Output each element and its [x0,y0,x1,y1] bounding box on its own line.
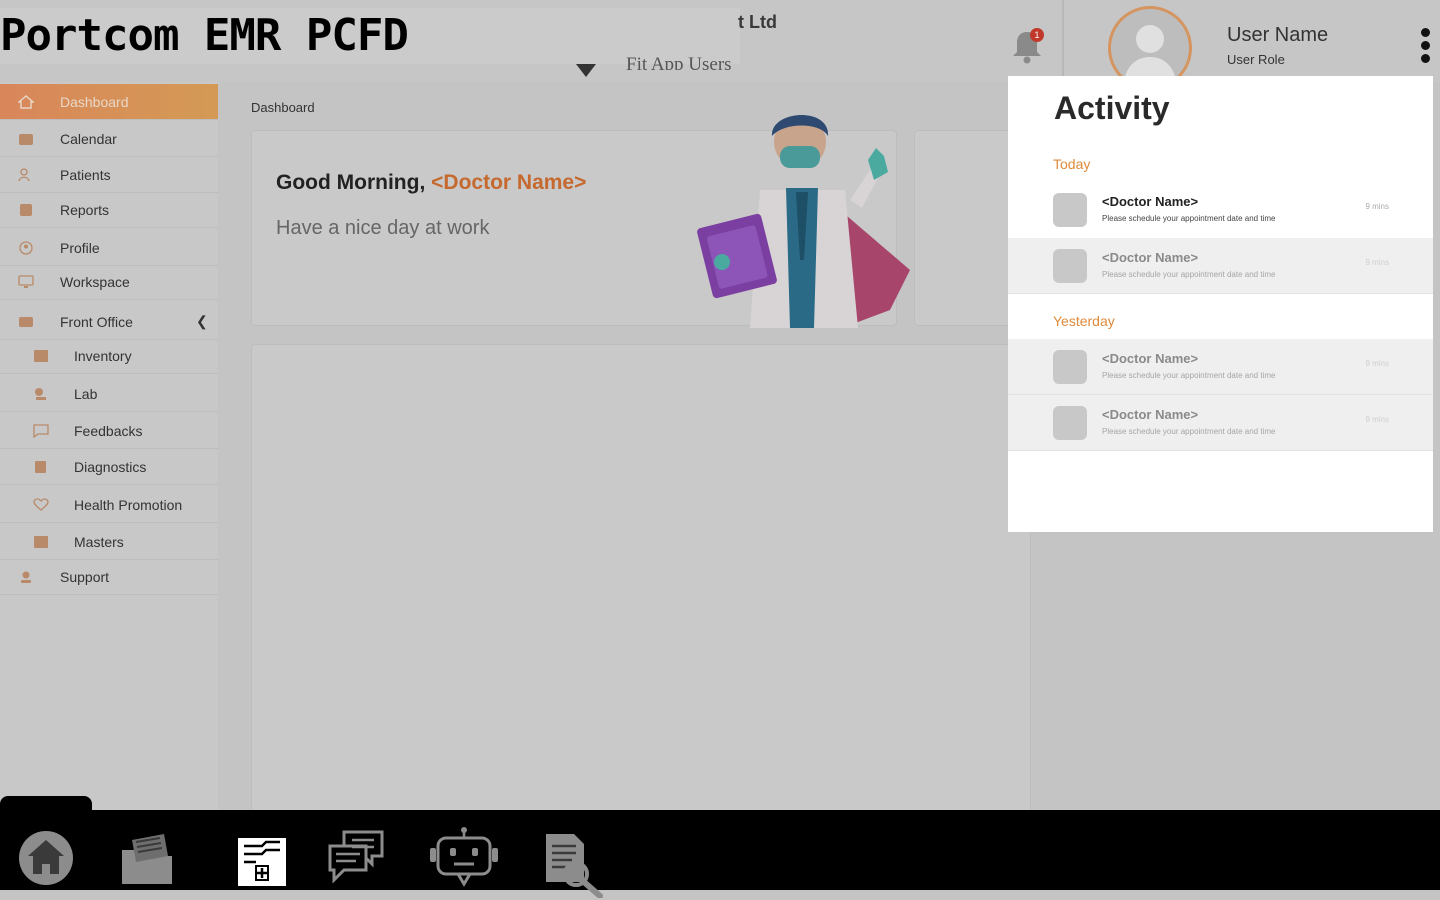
activity-thumbnail [1053,249,1087,283]
activity-time: 9 mins [1365,258,1389,267]
sidebar-item-feedbacks[interactable]: Feedbacks [0,413,218,449]
app-selector-label[interactable]: Fit App Users [626,52,732,70]
activity-time: 9 mins [1365,415,1389,424]
activity-message: Please schedule your appointment date an… [1102,427,1276,436]
sidebar-item-profile[interactable]: Profile [0,230,218,266]
activity-section-yesterday: Yesterday [1053,313,1115,329]
sidebar-item-label: Lab [74,385,98,402]
activity-title: Activity [1054,90,1170,126]
greeting-title: Good Morning, <Doctor Name> [276,171,586,195]
activity-item[interactable]: <Doctor Name> Please schedule your appoi… [1008,182,1433,238]
sidebar-item-label: Health Promotion [74,496,183,513]
sidebar-item-label: Feedbacks [74,422,143,439]
reports-icon [20,203,32,216]
activity-thumbnail [1053,193,1087,227]
sidebar-item-reports[interactable]: Reports [0,192,218,228]
workspace-icon [18,274,34,288]
inventory-icon [34,349,48,362]
activity-doctor-name: <Doctor Name> [1102,407,1199,422]
dashboard-content-card [251,344,1031,824]
home-icon[interactable] [16,826,76,888]
sidebar: Dashboard Calendar Patients Reports Prof… [0,82,218,810]
sidebar-item-patients[interactable]: Patients [0,157,218,193]
sidebar-item-support[interactable]: Support [0,559,218,595]
user-role: User Role [1227,52,1285,67]
activity-message: Please schedule your appointment date an… [1102,270,1276,279]
sidebar-item-dashboard[interactable]: Dashboard [0,84,218,120]
activity-thumbnail [1053,350,1087,384]
profile-icon [19,240,33,255]
activity-thumbnail [1053,406,1087,440]
sidebar-item-diagnostics[interactable]: Diagnostics [0,449,218,485]
diagnostics-icon [35,460,46,473]
doctor-illustration [697,114,910,328]
feedback-icon [33,423,49,438]
sidebar-item-label: Dashboard [60,93,129,110]
sidebar-item-label: Diagnostics [74,458,147,475]
chat-icon[interactable] [326,826,386,888]
sidebar-item-health-promotion[interactable]: Health Promotion [0,487,218,523]
app-header: Portcom EMR PCFD t Ltd Fit App Users 1 U… [0,0,1440,90]
sidebar-item-label: Masters [74,533,124,550]
activity-doctor-name: <Doctor Name> [1102,250,1199,265]
sidebar-item-label: Support [60,568,110,585]
sidebar-item-label: Patients [60,166,111,183]
sidebar-item-label: Profile [60,239,100,256]
header-divider [1062,0,1064,82]
activity-section-today: Today [1053,156,1091,172]
health-promotion-icon [33,497,49,511]
user-name: User Name [1227,24,1329,46]
sidebar-item-label: Workspace [60,273,130,290]
breadcrumb: Dashboard [251,100,315,115]
sidebar-item-masters[interactable]: Masters [0,524,218,560]
activity-item[interactable]: <Doctor Name> Please schedule your appoi… [1008,238,1433,294]
company-name: t Ltd [738,12,777,32]
greeting-doctor-name: <Doctor Name> [431,171,587,194]
sidebar-item-front-office[interactable]: Front Office ❮ [0,304,218,340]
more-options-icon[interactable] [1418,28,1432,68]
activity-item[interactable]: <Doctor Name> Please schedule your appoi… [1008,395,1433,451]
lab-icon [35,387,46,400]
bot-icon[interactable] [428,826,500,888]
sidebar-item-label: Inventory [74,347,132,364]
activity-message: Please schedule your appointment date an… [1102,371,1276,380]
notification-badge: 1 [1030,28,1044,42]
activity-time: 9 mins [1365,202,1389,211]
support-icon [21,571,31,583]
bottom-dock [0,810,1440,890]
document-search-icon[interactable] [542,826,608,898]
front-office-icon [19,316,33,327]
medical-records-icon[interactable] [236,826,288,888]
sidebar-item-label: Calendar [60,130,117,147]
sidebar-item-label: Reports [60,201,110,218]
activity-doctor-name: <Doctor Name> [1102,194,1199,209]
calendar-icon [19,133,33,145]
sidebar-item-lab[interactable]: Lab [0,376,218,412]
dropdown-arrow-icon[interactable] [576,64,596,77]
sidebar-item-label: Front Office [60,313,133,330]
sidebar-item-calendar[interactable]: Calendar [0,121,218,157]
folder-icon[interactable] [118,826,176,888]
activity-item[interactable]: <Doctor Name> Please schedule your appoi… [1008,339,1433,395]
chevron-left-icon[interactable]: ❮ [196,313,208,330]
masters-icon [34,535,48,548]
home-icon [18,94,34,109]
patients-icon [18,167,30,181]
activity-message: Please schedule your appointment date an… [1102,214,1276,223]
activity-time: 9 mins [1365,359,1389,368]
dock-bottom-strip [0,890,1440,900]
activity-doctor-name: <Doctor Name> [1102,351,1199,366]
sidebar-item-inventory[interactable]: Inventory [0,338,218,374]
sidebar-item-workspace[interactable]: Workspace [0,264,218,300]
activity-panel: Activity Today <Doctor Name> Please sche… [1008,76,1433,532]
greeting-prefix: Good Morning, [276,171,432,194]
greeting-subtitle: Have a nice day at work [276,217,490,239]
